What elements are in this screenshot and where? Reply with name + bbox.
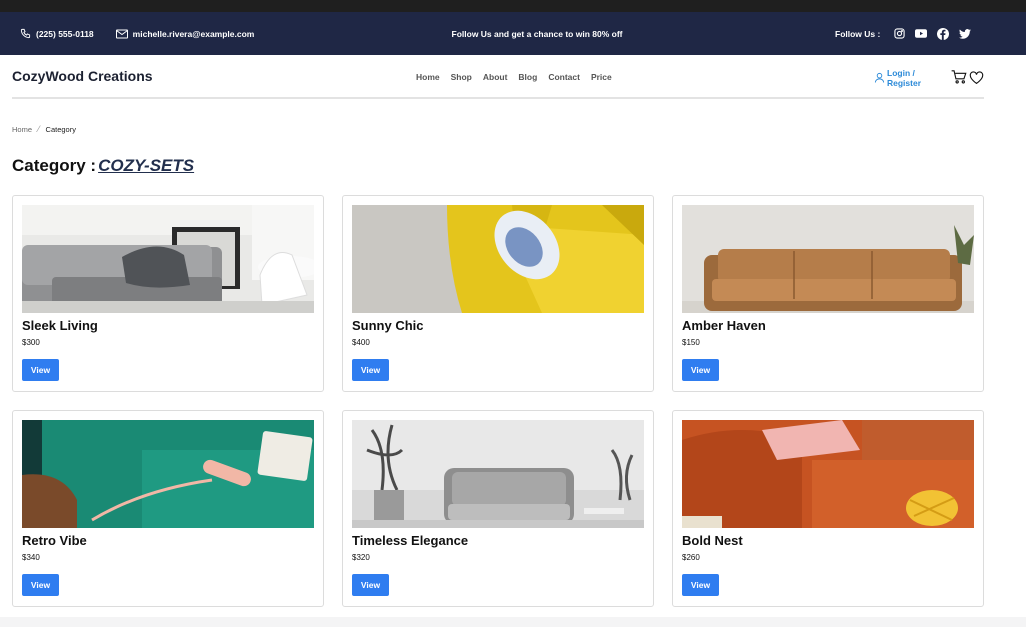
- breadcrumb-home[interactable]: Home: [12, 125, 32, 134]
- main-menu: Home Shop About Blog Contact Price: [416, 72, 612, 82]
- menu-home[interactable]: Home: [416, 72, 440, 82]
- heart-icon[interactable]: [969, 70, 984, 86]
- product-image[interactable]: [682, 205, 974, 313]
- product-card: Timeless Elegance $320 View: [342, 410, 654, 607]
- follow-label: Follow Us :: [835, 28, 881, 39]
- product-price: $340: [22, 553, 40, 562]
- product-image[interactable]: [352, 205, 644, 313]
- product-name: Sleek Living: [22, 318, 98, 333]
- view-button[interactable]: View: [22, 574, 59, 596]
- product-card: Bold Nest $260 View: [672, 410, 984, 607]
- view-button[interactable]: View: [352, 574, 389, 596]
- product-card: Sleek Living $300 View: [12, 195, 324, 392]
- title-prefix: Category :: [12, 156, 97, 175]
- product-name: Bold Nest: [682, 533, 743, 548]
- breadcrumb-current: Category: [45, 124, 76, 134]
- top-bar: (225) 555-0118 michelle.rivera@example.c…: [0, 12, 1026, 55]
- twitter-icon[interactable]: [959, 28, 972, 39]
- product-price: $400: [352, 338, 370, 347]
- navbar: CozyWood Creations Home Shop About Blog …: [12, 55, 984, 99]
- product-name: Amber Haven: [682, 318, 766, 333]
- login-label: Login / Register: [887, 68, 922, 88]
- menu-about[interactable]: About: [483, 72, 508, 82]
- social-links: [894, 27, 972, 40]
- view-button[interactable]: View: [682, 574, 719, 596]
- product-card: Retro Vibe $340 View: [12, 410, 324, 607]
- menu-contact[interactable]: Contact: [548, 72, 580, 82]
- view-button[interactable]: View: [352, 359, 389, 381]
- product-name: Timeless Elegance: [352, 533, 469, 548]
- product-name: Sunny Chic: [352, 318, 424, 333]
- product-price: $300: [22, 338, 40, 347]
- product-price: $320: [352, 553, 370, 562]
- main-area: CozyWood Creations Home Shop About Blog …: [0, 55, 1026, 627]
- product-card: Amber Haven $150 View: [672, 195, 984, 392]
- view-button[interactable]: View: [682, 359, 719, 381]
- cart-icon[interactable]: [951, 70, 967, 86]
- facebook-icon[interactable]: [937, 27, 950, 40]
- product-name: Retro Vibe: [22, 533, 87, 548]
- product-image[interactable]: [682, 420, 974, 528]
- product-price: $150: [682, 338, 700, 347]
- product-image[interactable]: [22, 205, 314, 313]
- breadcrumb-separator: ⁄: [38, 124, 40, 134]
- menu-price[interactable]: Price: [591, 72, 612, 82]
- youtube-icon[interactable]: [915, 29, 928, 38]
- instagram-icon[interactable]: [894, 28, 905, 39]
- product-image[interactable]: [352, 420, 644, 528]
- product-image[interactable]: [22, 420, 314, 528]
- follow-us: Follow Us :: [835, 12, 972, 55]
- page-title: Category : COZY-SETS: [12, 156, 194, 176]
- menu-shop[interactable]: Shop: [451, 72, 472, 82]
- product-card: Sunny Chic $400 View: [342, 195, 654, 392]
- browser-chrome-strip: [0, 0, 1026, 12]
- login-register-link[interactable]: Login / Register: [874, 68, 949, 88]
- brand-logo[interactable]: CozyWood Creations: [12, 68, 153, 84]
- breadcrumb: Home ⁄ Category: [12, 124, 76, 134]
- page-footer-strip: [0, 617, 1026, 627]
- view-button[interactable]: View: [22, 359, 59, 381]
- menu-blog[interactable]: Blog: [518, 72, 537, 82]
- product-price: $260: [682, 553, 700, 562]
- header-actions: Login / Register: [874, 68, 984, 88]
- user-icon: [874, 72, 885, 85]
- category-name[interactable]: COZY-SETS: [98, 156, 194, 175]
